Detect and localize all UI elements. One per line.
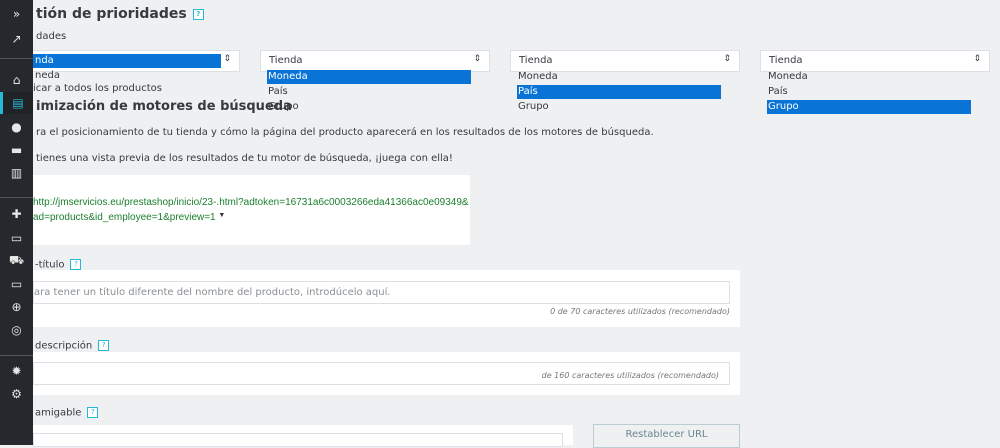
basket-icon[interactable]: ⌂ bbox=[0, 69, 33, 91]
caret-down-icon[interactable]: ▼ bbox=[218, 212, 225, 219]
monitor-icon[interactable]: ▭ bbox=[0, 227, 33, 249]
stats-icon[interactable]: ▥ bbox=[0, 162, 33, 184]
priorities-title: tión de prioridades? bbox=[36, 6, 204, 22]
expand-icon[interactable]: » bbox=[0, 3, 33, 25]
gear-icon[interactable]: ✹ bbox=[0, 360, 33, 382]
sidebar-divider bbox=[0, 355, 33, 356]
seo-preview-hint: tienes una vista previa de los resultado… bbox=[36, 153, 453, 164]
priorities-label: dades bbox=[36, 31, 67, 42]
credit-card-icon[interactable]: ▭ bbox=[0, 273, 33, 295]
sidebar-divider bbox=[0, 58, 33, 59]
meta-description-input[interactable]: de 160 caracteres utilizados (recomendad… bbox=[33, 362, 730, 385]
priority-option[interactable]: País bbox=[767, 85, 789, 99]
search-preview: http://jmservicios.eu/prestashop/inicio/… bbox=[33, 175, 470, 245]
priority-option[interactable]: País bbox=[517, 85, 721, 99]
seo-description: ra el posicionamiento de tu tienda y cóm… bbox=[36, 127, 654, 138]
priority-option[interactable]: País bbox=[267, 85, 289, 99]
meta-description-label: descripción? bbox=[35, 340, 110, 352]
priority-select-1[interactable]: nda ⇕ bbox=[20, 50, 240, 72]
help-icon[interactable]: ? bbox=[98, 340, 110, 351]
preview-url-cont: ad=products&id_employee=1&preview=1 bbox=[33, 212, 216, 223]
select-value: Tienda bbox=[269, 55, 303, 66]
option-moneda[interactable]: neda bbox=[35, 70, 60, 81]
apply-all-products-checkbox[interactable]: icar a todos los productos bbox=[33, 83, 162, 94]
help-icon[interactable]: ? bbox=[87, 407, 99, 418]
meta-description-counter: de 160 caracteres utilizados (recomendad… bbox=[541, 371, 719, 380]
seo-title: imización de motores de búsqueda bbox=[36, 99, 292, 114]
priority-option[interactable]: Moneda bbox=[267, 70, 471, 84]
priority-option[interactable]: Grupo bbox=[767, 100, 971, 114]
help-icon[interactable]: ? bbox=[70, 259, 82, 270]
preview-url: http://jmservicios.eu/prestashop/inicio/… bbox=[33, 197, 469, 208]
puzzle-icon[interactable]: ✚ bbox=[0, 203, 33, 225]
user-icon[interactable]: ● bbox=[0, 116, 33, 138]
store-icon[interactable]: ▤ bbox=[0, 92, 33, 114]
reset-url-button[interactable]: Restablecer URL bbox=[593, 424, 740, 448]
settings-box-icon[interactable]: ⚙ bbox=[0, 383, 33, 405]
meta-title-input[interactable]: ara tener un título diferente del nombre… bbox=[33, 281, 730, 304]
selected-option: nda bbox=[21, 54, 221, 68]
priority-option[interactable]: Grupo bbox=[517, 100, 550, 114]
select-value: Tienda bbox=[519, 55, 553, 66]
trending-up-icon[interactable]: ↗ bbox=[0, 28, 33, 50]
priority-option[interactable]: Moneda bbox=[767, 70, 809, 84]
help-icon[interactable]: ? bbox=[192, 8, 204, 20]
truck-icon[interactable]: ⛟ bbox=[0, 250, 33, 272]
select-arrows-icon: ⇕ bbox=[723, 54, 731, 64]
sidebar: » ↗ ⌂ ▤ ● ▬ ▥ ✚ ▭ ⛟ ▭ ⊕ ◎ ✹ ⚙ bbox=[0, 0, 33, 445]
friendly-url-label: amigable? bbox=[35, 407, 99, 419]
meta-title-counter: 0 de 70 caracteres utilizados (recomenda… bbox=[550, 307, 730, 316]
meta-title-label: -título? bbox=[35, 259, 82, 271]
meta-description-panel: de 160 caracteres utilizados (recomendad… bbox=[33, 352, 740, 395]
priority-select-2[interactable]: Tienda ⇕ bbox=[260, 50, 490, 72]
chat-icon[interactable]: ▬ bbox=[0, 139, 33, 161]
meta-title-panel: ara tener un título diferente del nombre… bbox=[33, 270, 740, 327]
globe-icon[interactable]: ⊕ bbox=[0, 296, 33, 318]
select-arrows-icon: ⇕ bbox=[223, 54, 231, 64]
select-arrows-icon: ⇕ bbox=[473, 54, 481, 64]
sidebar-divider bbox=[0, 197, 33, 198]
radar-icon[interactable]: ◎ bbox=[0, 319, 33, 341]
select-value: Tienda bbox=[769, 55, 803, 66]
friendly-url-panel bbox=[33, 425, 573, 447]
priority-select-3[interactable]: Tienda ⇕ bbox=[510, 50, 740, 72]
select-arrows-icon: ⇕ bbox=[973, 54, 981, 64]
priority-option[interactable]: Moneda bbox=[517, 70, 559, 84]
priority-select-4[interactable]: Tienda ⇕ bbox=[760, 50, 990, 72]
